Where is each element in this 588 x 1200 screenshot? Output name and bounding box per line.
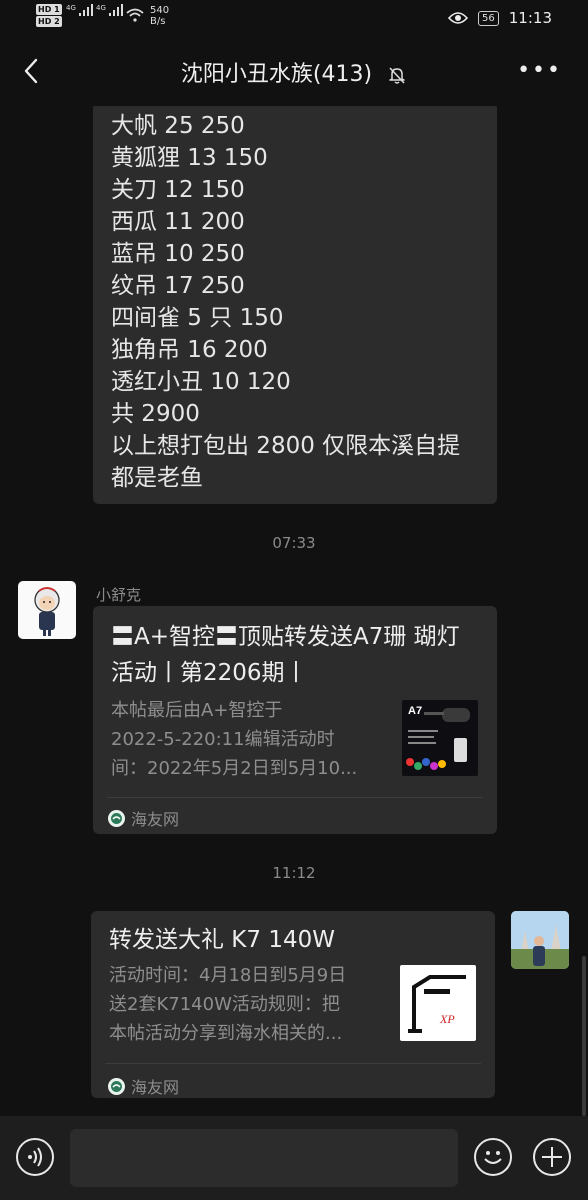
card-title-line: 活动丨第2206期丨 (111, 660, 308, 686)
message-line: 黄狐狸 13 150 (111, 145, 268, 171)
chat-area[interactable]: 大帆 25 250 黄狐狸 13 150 关刀 12 150 西瓜 11 200… (0, 106, 588, 1116)
message-line: 都是老鱼 (111, 465, 203, 491)
coral-light-thumbnail-icon: A7 (406, 705, 470, 770)
message-line: 四间雀 5 只 150 (111, 305, 284, 331)
message-line: 蓝吊 10 250 (111, 241, 245, 267)
hd2-badge: HD 2 (36, 16, 62, 27)
hd1-badge: HD 1 (36, 4, 62, 15)
photo-avatar-icon (511, 911, 569, 969)
timestamp: 07:33 (272, 534, 316, 552)
card-divider (105, 1063, 481, 1064)
input-bar (0, 1116, 588, 1200)
svg-text:XP: XP (439, 1012, 455, 1026)
card-source: 海友网 (108, 806, 179, 830)
message-line: 关刀 12 150 (111, 177, 245, 203)
card-desc-line: 本帖最后由A+智控于 (111, 700, 283, 721)
sim-indicators: HD 1 HD 2 (36, 4, 64, 28)
eye-icon (448, 12, 469, 24)
sender-name: 小舒克 (96, 586, 142, 604)
emoji-button[interactable] (474, 1138, 512, 1176)
signal-icon: 4G (66, 4, 94, 16)
card-source: 海友网 (108, 1074, 179, 1098)
card-thumbnail: XP (400, 965, 476, 1041)
bell-muted-icon (389, 67, 405, 84)
message-input[interactable] (70, 1129, 458, 1187)
voice-icon (28, 1147, 42, 1167)
clock: 11:13 (508, 9, 552, 27)
message-line: 透红小丑 10 120 (111, 369, 291, 395)
emoji-icon (484, 1151, 502, 1164)
cartoon-avatar-icon (34, 587, 60, 636)
card-desc-line: 送2套K7140W活动规则：把 (109, 994, 340, 1015)
card-title-line: 转发送大礼 K7 140W (109, 927, 335, 953)
chat-header: 沈阳小丑水族(413) ••• (0, 36, 588, 106)
card-desc-line: 活动时间：4月18日到5月9日 (109, 965, 347, 986)
plus-button[interactable] (533, 1138, 571, 1176)
my-avatar[interactable] (511, 911, 569, 969)
card-source-label: 海友网 (131, 810, 180, 829)
chat-title: 沈阳小丑水族(413) (0, 56, 588, 88)
site-logo-icon (108, 809, 125, 827)
card-desc-line: 间：2022年5月2日到5月10... (111, 758, 358, 779)
status-right: 56 11:13 (448, 9, 552, 27)
text-message-bubble[interactable]: 大帆 25 250 黄狐狸 13 150 关刀 12 150 西瓜 11 200… (93, 106, 497, 504)
voice-button[interactable] (16, 1138, 54, 1176)
signal-2-icon: 4G (96, 4, 124, 16)
status-bar: HD 1 HD 2 4G 4G 540 B/s 56 11:13 (0, 0, 588, 36)
card-desc-line: 本帖活动分享到海水相关的... (109, 1023, 343, 1044)
card-source-label: 海友网 (131, 1078, 180, 1097)
plus-icon (542, 1147, 562, 1167)
message-line: 西瓜 11 200 (111, 209, 245, 235)
link-card-k7[interactable]: 转发送大礼 K7 140W 活动时间：4月18日到5月9日 送2套K7140W活… (91, 911, 495, 1098)
message-line: 大帆 25 250 (111, 113, 245, 139)
message-line: 共 2900 (111, 401, 200, 427)
wifi-icon (126, 8, 144, 22)
network-speed: 540 B/s (150, 5, 170, 27)
scrollbar[interactable] (582, 956, 586, 1116)
message-line: 纹吊 17 250 (111, 273, 245, 299)
avatar[interactable] (18, 581, 76, 639)
battery-indicator: 56 (478, 10, 499, 26)
message-line: 以上想打包出 2800 仅限本溪自提 (111, 433, 461, 459)
card-desc-line: 2022-5-220:11编辑活动时 (111, 729, 335, 750)
card-thumbnail: A7 (402, 700, 478, 776)
card-divider (107, 797, 483, 798)
chat-title-text: 沈阳小丑水族(413) (180, 62, 373, 87)
more-options-button[interactable]: ••• (517, 58, 562, 83)
site-logo-icon (108, 1077, 125, 1095)
thumb-label: A7 (408, 705, 422, 717)
link-card-a7[interactable]: 〓A+智控〓顶贴转发送A7珊 瑚灯 活动丨第2206期丨 本帖最后由A+智控于 … (93, 606, 497, 834)
card-title-line: 〓A+智控〓顶贴转发送A7珊 瑚灯 (111, 624, 460, 650)
timestamp: 11:12 (272, 864, 316, 882)
k7-light-thumbnail-icon: XP (408, 975, 466, 1033)
message-line: 独角吊 16 200 (111, 337, 268, 363)
